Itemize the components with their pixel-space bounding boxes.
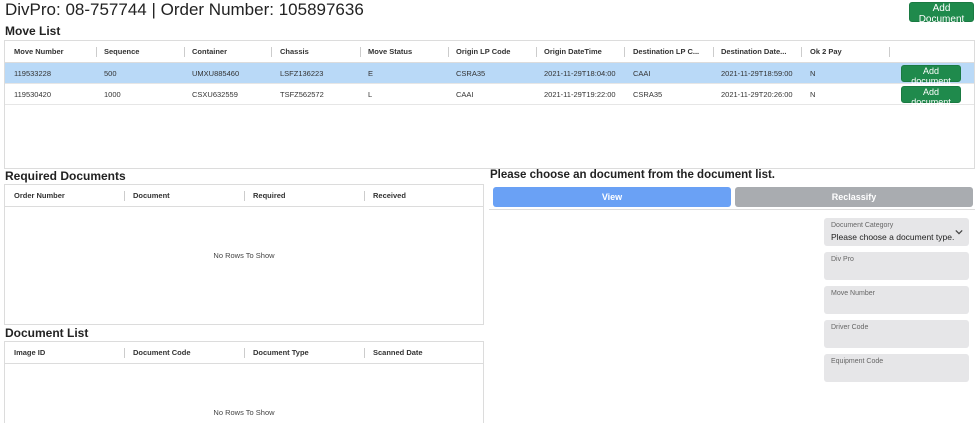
col-separator[interactable]: [448, 47, 449, 57]
reclassify-button[interactable]: Reclassify: [735, 187, 973, 207]
required-documents-header: Order Number Document Required Received: [5, 185, 483, 207]
page-title: DivPro: 08-757744 | Order Number: 105897…: [5, 0, 364, 19]
cell-origin-lp-code: CSRA35: [456, 69, 486, 78]
cell-move-status: L: [368, 90, 373, 99]
col-move-status[interactable]: Move Status: [368, 41, 412, 63]
col-separator[interactable]: [124, 348, 125, 358]
col-required[interactable]: Required: [253, 185, 286, 207]
document-list-grid: Image ID Document Code Document Type Sca…: [4, 341, 484, 423]
row-add-document-button[interactable]: Add document: [901, 65, 961, 86]
col-separator[interactable]: [364, 348, 365, 358]
cell-destination-datetime: 2021-11-29T20:26:00: [721, 90, 793, 99]
div-pro-label: Div Pro: [831, 256, 854, 263]
cell-destination-lp-code: CSRA35: [633, 90, 663, 99]
col-separator[interactable]: [364, 191, 365, 201]
move-list-title: Move List: [5, 24, 61, 38]
col-received[interactable]: Received: [373, 185, 406, 207]
col-document-code[interactable]: Document Code: [133, 342, 191, 364]
col-separator[interactable]: [889, 47, 890, 57]
col-separator[interactable]: [184, 47, 185, 57]
col-document-type[interactable]: Document Type: [253, 342, 309, 364]
cell-move-status: E: [368, 69, 374, 78]
col-separator[interactable]: [244, 191, 245, 201]
cell-container: UMXU885460: [192, 69, 240, 78]
cell-ok-2-pay: N: [810, 90, 816, 99]
cell-destination-lp-code: CAAI: [633, 69, 651, 78]
col-separator[interactable]: [624, 47, 625, 57]
empty-message: No Rows To Show: [213, 251, 275, 260]
document-list-title: Document List: [5, 326, 89, 340]
chevron-down-icon: [955, 229, 963, 235]
col-destination-datetime[interactable]: Destination Date...: [721, 41, 786, 63]
document-category-label: Document Category: [831, 222, 894, 229]
move-list-grid: Move Number Sequence Container Chassis M…: [4, 40, 975, 169]
cell-move-number: 119530420: [14, 90, 51, 99]
col-container[interactable]: Container: [192, 41, 227, 63]
table-row[interactable]: 119533228 500 UMXU885460 LSFZ136223 E CS…: [5, 63, 974, 86]
cell-origin-datetime: 2021-11-29T19:22:00: [544, 90, 616, 99]
col-separator[interactable]: [360, 47, 361, 57]
document-category-value: Please choose a document type.: [831, 232, 955, 242]
cell-origin-datetime: 2021-11-29T18:04:00: [544, 69, 616, 78]
col-move-number[interactable]: Move Number: [14, 41, 64, 63]
col-image-id[interactable]: Image ID: [14, 342, 45, 364]
col-origin-lp-code[interactable]: Origin LP Code: [456, 41, 510, 63]
cell-sequence: 500: [104, 69, 117, 78]
col-scanned-date[interactable]: Scanned Date: [373, 342, 423, 364]
col-document[interactable]: Document: [133, 185, 170, 207]
document-list-header: Image ID Document Code Document Type Sca…: [5, 342, 483, 364]
viewer-prompt: Please choose an document from the docum…: [490, 169, 776, 181]
required-documents-title: Required Documents: [5, 169, 126, 183]
cell-chassis: LSFZ136223: [280, 69, 324, 78]
document-category-select[interactable]: Document Category Please choose a docume…: [824, 218, 969, 246]
cell-origin-lp-code: CAAI: [456, 90, 474, 99]
col-separator[interactable]: [96, 47, 97, 57]
col-separator[interactable]: [271, 47, 272, 57]
cell-move-number: 119533228: [14, 69, 51, 78]
col-separator[interactable]: [124, 191, 125, 201]
add-document-button[interactable]: Add Document: [909, 2, 974, 25]
move-number-field[interactable]: Move Number: [824, 286, 969, 314]
equipment-code-field[interactable]: Equipment Code: [824, 354, 969, 382]
cell-ok-2-pay: N: [810, 69, 816, 78]
div-pro-field[interactable]: Div Pro: [824, 252, 969, 280]
required-documents-grid: Order Number Document Required Received …: [4, 184, 484, 325]
col-separator[interactable]: [801, 47, 802, 57]
table-row[interactable]: 119530420 1000 CSXU632559 TSFZ562572 L C…: [5, 84, 974, 107]
cell-destination-datetime: 2021-11-29T18:59:00: [721, 69, 793, 78]
move-list-header: Move Number Sequence Container Chassis M…: [5, 41, 974, 63]
col-ok-2-pay[interactable]: Ok 2 Pay: [810, 41, 842, 63]
driver-code-field[interactable]: Driver Code: [824, 320, 969, 348]
col-order-number[interactable]: Order Number: [14, 185, 65, 207]
viewer-divider: [489, 209, 975, 210]
view-button[interactable]: View: [493, 187, 731, 207]
col-separator[interactable]: [713, 47, 714, 57]
col-origin-datetime[interactable]: Origin DateTime: [544, 41, 602, 63]
col-separator[interactable]: [536, 47, 537, 57]
equipment-code-label: Equipment Code: [831, 358, 884, 365]
col-separator[interactable]: [244, 348, 245, 358]
cell-container: CSXU632559: [192, 90, 238, 99]
driver-code-label: Driver Code: [831, 324, 869, 331]
row-add-document-button[interactable]: Add document: [901, 86, 961, 107]
empty-message: No Rows To Show: [213, 408, 275, 417]
cell-chassis: TSFZ562572: [280, 90, 324, 99]
col-sequence[interactable]: Sequence: [104, 41, 139, 63]
cell-sequence: 1000: [104, 90, 121, 99]
move-number-label: Move Number: [831, 290, 875, 297]
col-destination-lp-code[interactable]: Destination LP C...: [633, 41, 699, 63]
col-chassis[interactable]: Chassis: [280, 41, 309, 63]
